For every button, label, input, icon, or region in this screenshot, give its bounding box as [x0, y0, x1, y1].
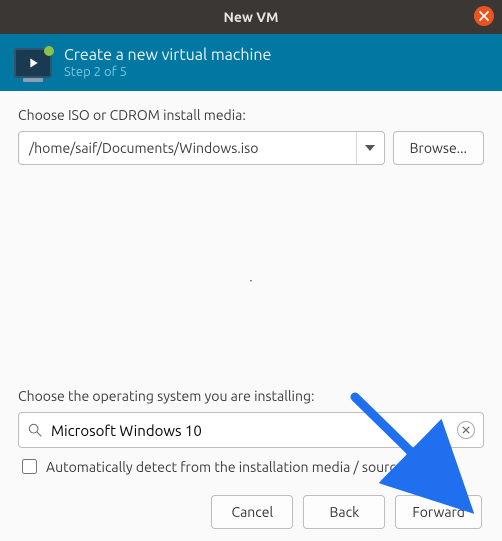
forward-button[interactable]: Forward — [395, 495, 482, 529]
vm-monitor-icon — [14, 48, 52, 78]
wizard-banner: Create a new virtual machine Step 2 of 5 — [0, 34, 502, 91]
cancel-button[interactable]: Cancel — [211, 495, 293, 529]
browse-button[interactable]: Browse... — [393, 131, 484, 165]
wizard-footer: Cancel Back Forward — [18, 495, 484, 529]
clear-search-button[interactable] — [457, 421, 475, 439]
banner-title: Create a new virtual machine — [64, 46, 271, 64]
os-search-input[interactable] — [49, 421, 451, 440]
window-title: New VM — [223, 9, 278, 25]
clear-icon — [462, 426, 470, 434]
media-label: Choose ISO or CDROM install media: — [18, 107, 484, 123]
install-media-dropdown[interactable] — [356, 132, 384, 164]
install-media-combo[interactable]: /home/saif/Documents/Windows.iso — [18, 131, 385, 165]
os-search-field[interactable] — [18, 412, 484, 448]
wizard-content: Choose ISO or CDROM install media: /home… — [0, 91, 502, 541]
titlebar: New VM — [0, 0, 502, 34]
autodetect-row[interactable]: Automatically detect from the installati… — [18, 456, 484, 477]
autodetect-label: Automatically detect from the installati… — [46, 459, 404, 475]
search-icon — [27, 422, 43, 438]
os-label: Choose the operating system you are inst… — [18, 388, 484, 404]
banner-step: Step 2 of 5 — [64, 65, 271, 79]
close-icon — [479, 11, 489, 21]
content-spacer: · — [18, 171, 484, 388]
autodetect-checkbox[interactable] — [22, 459, 37, 474]
new-badge-icon — [44, 46, 54, 56]
chevron-down-icon — [365, 145, 375, 151]
play-icon — [25, 55, 41, 71]
back-button[interactable]: Back — [303, 495, 385, 529]
install-media-path: /home/saif/Documents/Windows.iso — [19, 132, 356, 164]
window-close-button[interactable] — [474, 6, 494, 26]
